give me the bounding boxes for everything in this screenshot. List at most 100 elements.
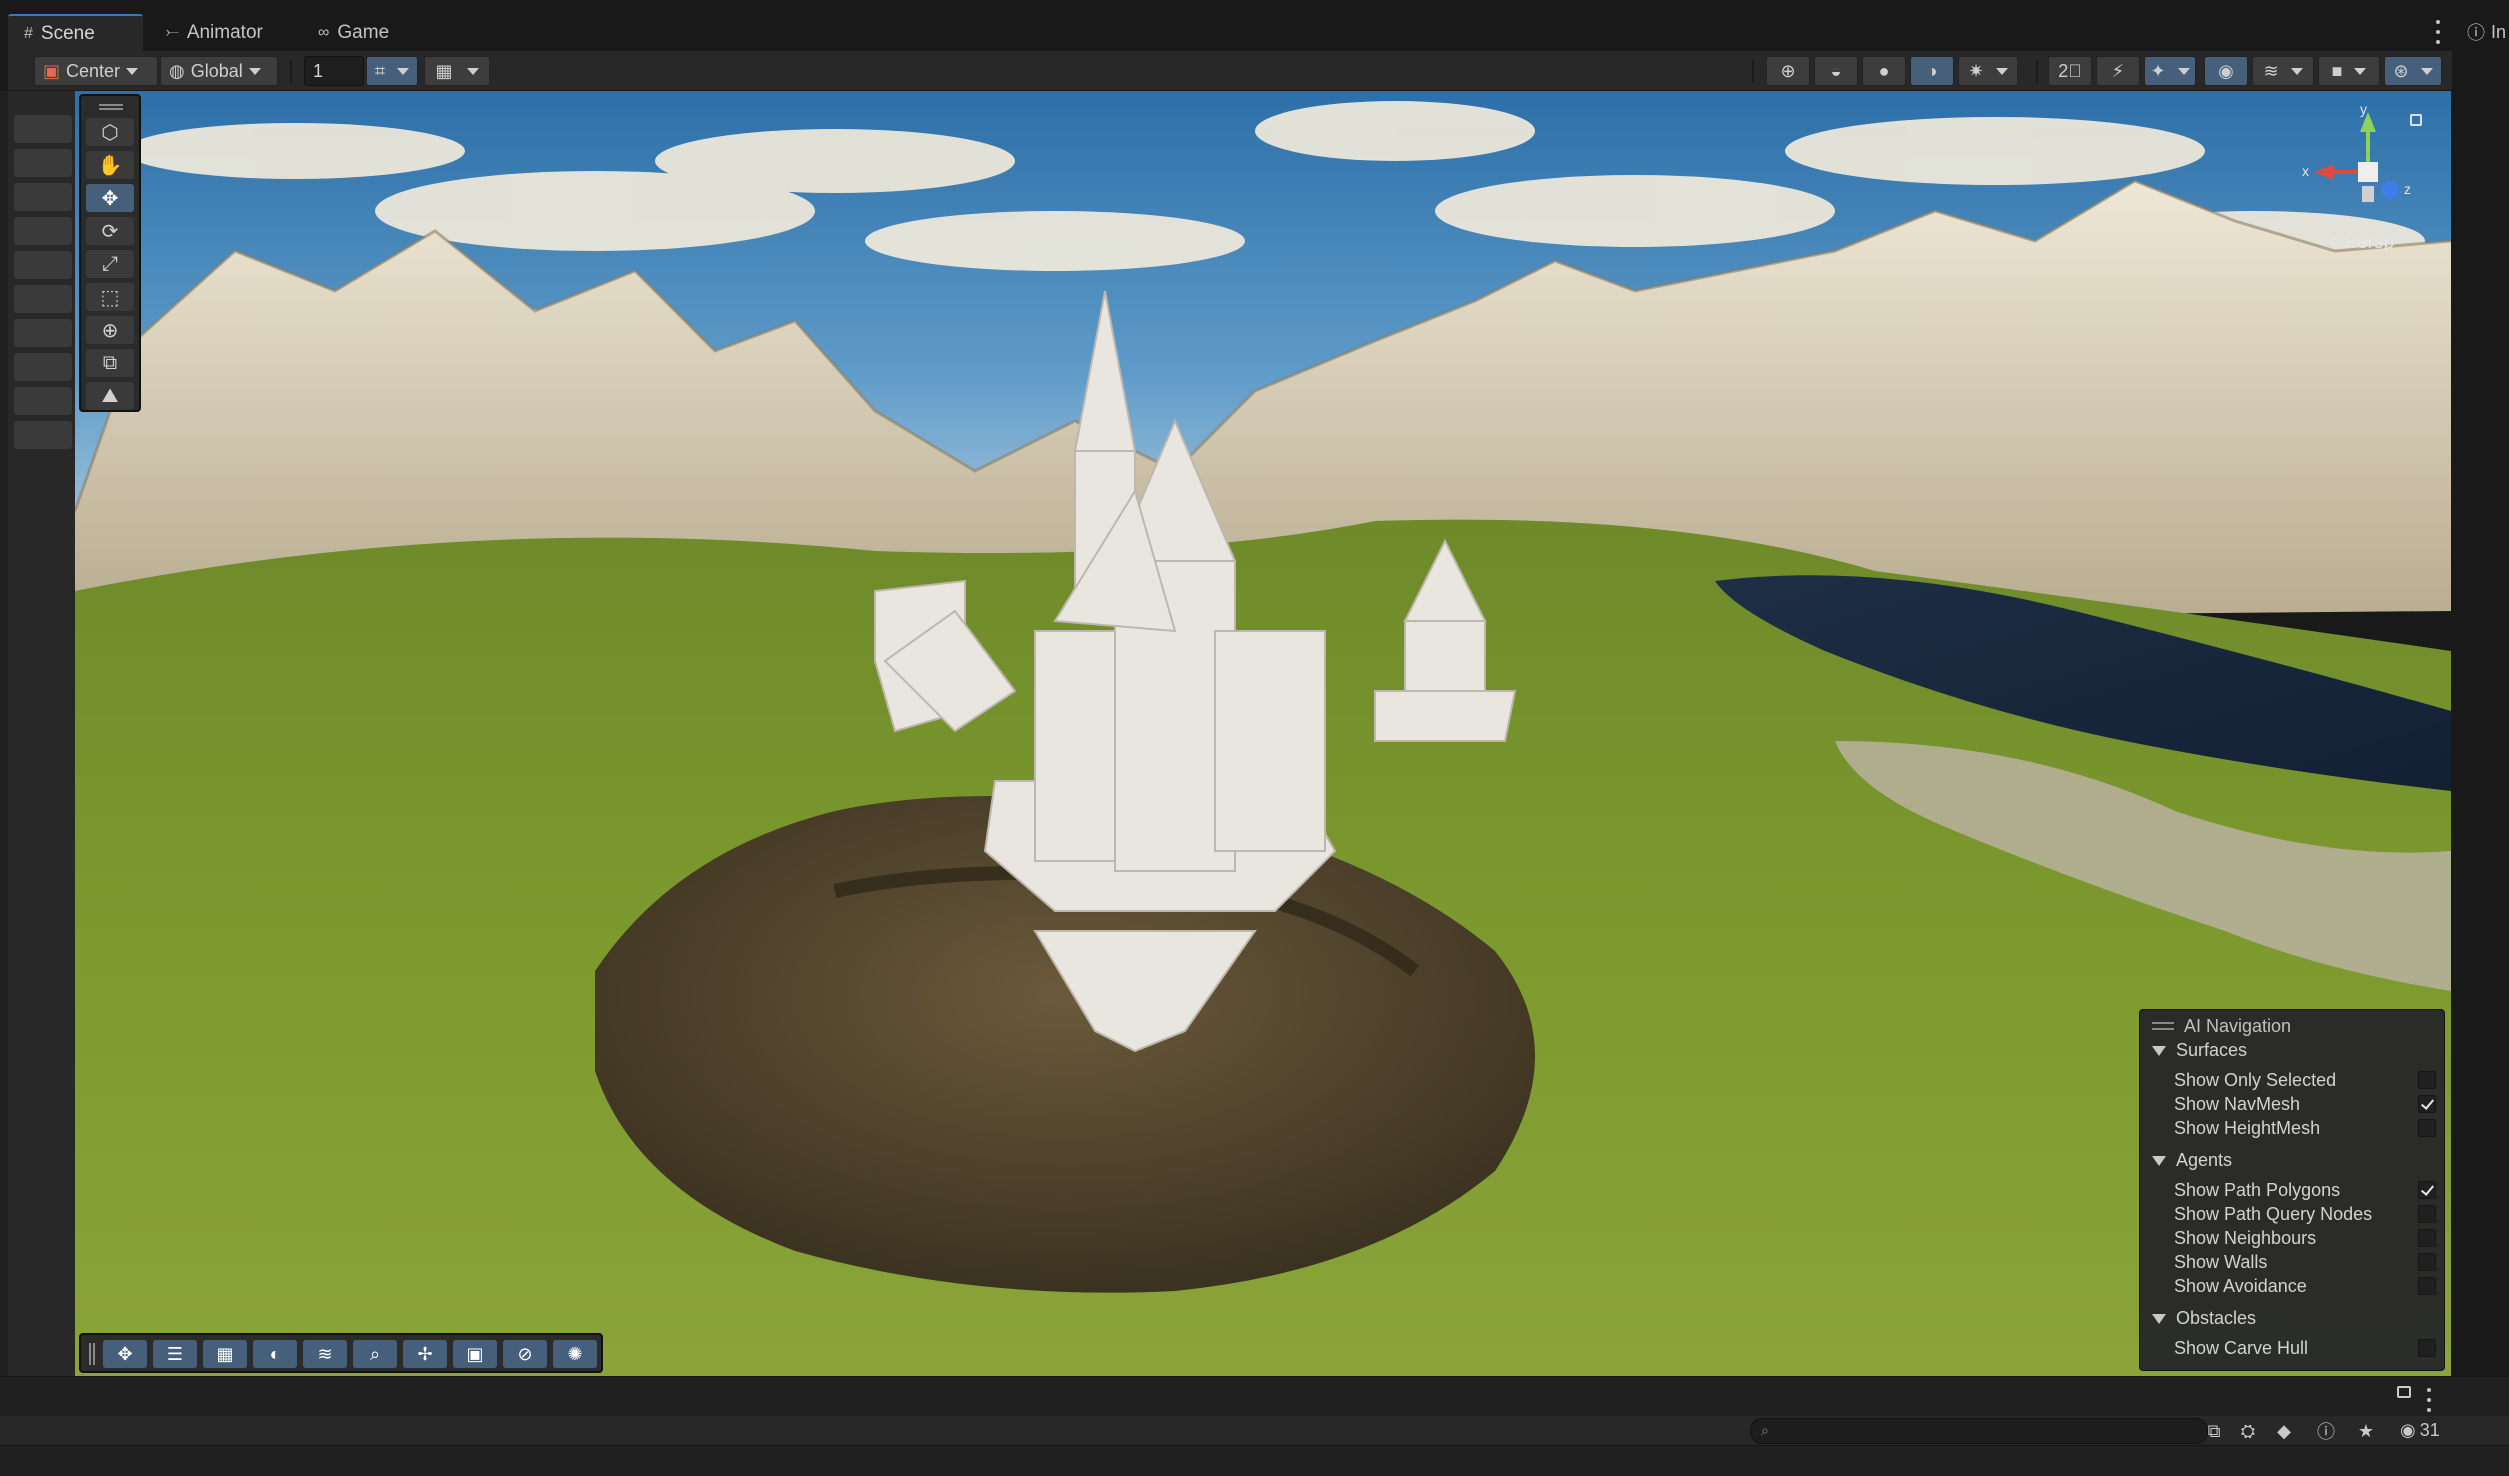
info-button[interactable]: ⓘ bbox=[2312, 1418, 2340, 1444]
gizmo-x-label: x bbox=[2302, 163, 2309, 179]
lighting-toggle-button[interactable]: ⚡ bbox=[2096, 56, 2140, 86]
gutter-slot bbox=[14, 251, 72, 279]
scene-render[interactable] bbox=[75, 91, 2451, 1376]
chevron-down-icon bbox=[466, 67, 479, 75]
tab-game[interactable]: ∞ Game bbox=[302, 14, 422, 51]
navmesh-tool-button[interactable]: ⛰ bbox=[86, 382, 134, 410]
overlay-align-button[interactable]: ☰ bbox=[153, 1340, 197, 1368]
option-show-carve-hull[interactable]: Show Carve Hull bbox=[2174, 1336, 2436, 1360]
option-label: Show NavMesh bbox=[2174, 1093, 2301, 1114]
option-show-path-polygons[interactable]: Show Path Polygons bbox=[2174, 1178, 2436, 1202]
show-neighbours-checkbox[interactable] bbox=[2418, 1229, 2436, 1247]
projection-toggle[interactable]: < Persp bbox=[2328, 232, 2394, 254]
grid-icon: ▦ bbox=[216, 1343, 234, 1364]
camera-icon: ■ bbox=[2331, 60, 2343, 81]
custom-tool-button[interactable]: ⧉ bbox=[86, 349, 134, 377]
show-avoidance-checkbox[interactable] bbox=[2418, 1277, 2436, 1295]
overlay-search-button[interactable]: ⌕ bbox=[353, 1340, 397, 1368]
effects-icon: ✦ bbox=[2150, 60, 2166, 81]
option-label: Show Path Polygons bbox=[2174, 1179, 2341, 1200]
tab-inspector[interactable]: ⓘ In bbox=[2457, 20, 2509, 44]
draw-mode-shaded-wireframe-button[interactable]: ◒ bbox=[1814, 56, 1858, 86]
pivot-icon: ▣ bbox=[43, 60, 61, 81]
pivot-mode-dropdown[interactable]: ▣ Center bbox=[34, 56, 158, 86]
overlay-grid-button[interactable]: ▦ bbox=[203, 1340, 247, 1368]
scene-visibility-toggle[interactable]: ◉ bbox=[2204, 56, 2248, 86]
option-show-neighbours[interactable]: Show Neighbours bbox=[2174, 1226, 2436, 1250]
hidden-count-toggle[interactable]: ◉ 31 bbox=[2400, 1420, 2440, 1441]
show-path-query-nodes-checkbox[interactable] bbox=[2418, 1205, 2436, 1223]
show-walls-checkbox[interactable] bbox=[2418, 1253, 2436, 1271]
overlay-pivot-button[interactable]: ✢ bbox=[403, 1340, 447, 1368]
option-show-walls[interactable]: Show Walls bbox=[2174, 1250, 2436, 1274]
tab-menu-icon[interactable] bbox=[2435, 20, 2441, 44]
transform-tool-button[interactable]: ⊕ bbox=[86, 316, 134, 344]
panel-title: AI Navigation bbox=[2184, 1015, 2292, 1036]
drag-handle[interactable] bbox=[99, 104, 123, 110]
layers-dropdown[interactable]: ≋ bbox=[2252, 56, 2314, 86]
option-show-heightmesh[interactable]: Show HeightMesh bbox=[2174, 1116, 2436, 1140]
view-tool-button[interactable]: ⬡ bbox=[86, 118, 134, 146]
show-only-selected-checkbox[interactable] bbox=[2418, 1071, 2436, 1089]
expand-triangle-icon bbox=[2152, 1155, 2166, 1166]
panel-menu-icon[interactable] bbox=[2426, 1388, 2432, 1412]
overlay-shading-button[interactable]: ◐ bbox=[253, 1340, 297, 1368]
overlay-effects-button[interactable]: ✺ bbox=[553, 1340, 597, 1368]
option-show-avoidance[interactable]: Show Avoidance bbox=[2174, 1274, 2436, 1298]
gutter-slot bbox=[14, 217, 72, 245]
hand-tool-button[interactable]: ✋ bbox=[86, 151, 134, 179]
tab-animator[interactable]: ⤚ Animator bbox=[150, 14, 290, 51]
overlay-move-button[interactable]: ✥ bbox=[103, 1340, 147, 1368]
draw-mode-wireframe-button[interactable]: ⊕ bbox=[1766, 56, 1810, 86]
space-mode-dropdown[interactable]: ◍ Global bbox=[160, 56, 278, 86]
section-obstacles[interactable]: Obstacles bbox=[2152, 1308, 2256, 1329]
gizmos-dropdown[interactable]: ⊛ bbox=[2384, 56, 2442, 86]
transform-icon: ⊕ bbox=[101, 319, 119, 342]
grid-snap-icon: ⌗ bbox=[374, 60, 386, 81]
show-navmesh-checkbox[interactable] bbox=[2418, 1095, 2436, 1113]
grid-snap-toggle[interactable]: ⌗ bbox=[366, 56, 418, 86]
show-carve-hull-checkbox[interactable] bbox=[2418, 1339, 2436, 1357]
tab-scene[interactable]: # Scene bbox=[8, 14, 143, 51]
show-path-polygons-checkbox[interactable] bbox=[2418, 1181, 2436, 1199]
camera-settings-dropdown[interactable]: ■ bbox=[2318, 56, 2380, 86]
rotate-tool-button[interactable]: ⟳ bbox=[86, 217, 134, 245]
show-heightmesh-checkbox[interactable] bbox=[2418, 1119, 2436, 1137]
move-tool-button[interactable]: ✥ bbox=[86, 184, 134, 212]
search-by-label-button[interactable]: ⛭ bbox=[2234, 1418, 2262, 1444]
tag-filter-button[interactable]: ◆ bbox=[2270, 1418, 2298, 1444]
search-by-type-button[interactable]: ⧉ bbox=[2200, 1418, 2228, 1444]
option-show-path-query-nodes[interactable]: Show Path Query Nodes bbox=[2174, 1202, 2436, 1226]
audio-effects-dropdown[interactable]: ✦ bbox=[2144, 56, 2196, 86]
2d-toggle-button[interactable]: 2⃠ bbox=[2048, 56, 2092, 86]
draw-mode-lit-button[interactable]: ◑ bbox=[1910, 56, 1954, 86]
lock-icon[interactable] bbox=[2397, 1386, 2411, 1398]
option-label: Show Avoidance bbox=[2174, 1275, 2307, 1296]
search-input[interactable]: ⌕ bbox=[1750, 1418, 2208, 1444]
custom-tool-icon: ⧉ bbox=[102, 351, 118, 374]
section-surfaces[interactable]: Surfaces bbox=[2152, 1040, 2247, 1061]
ai-navigation-header[interactable]: AI Navigation bbox=[2152, 1014, 2291, 1038]
space-mode-label: Global bbox=[190, 60, 243, 81]
overlay-layers-button[interactable]: ≋ bbox=[303, 1340, 347, 1368]
scale-tool-button[interactable]: ⤢ bbox=[86, 250, 134, 278]
increment-snap-toggle[interactable]: ▦ bbox=[424, 56, 490, 86]
lock-icon[interactable] bbox=[2410, 114, 2422, 126]
favorites-button[interactable]: ★ bbox=[2352, 1418, 2380, 1444]
move-arrows-icon: ✥ bbox=[117, 1343, 133, 1364]
orientation-gizmo[interactable]: y x z bbox=[2300, 102, 2420, 212]
rect-tool-button[interactable]: ⬚ bbox=[86, 283, 134, 311]
snap-increment-field[interactable]: 1 bbox=[304, 56, 364, 86]
drag-handle[interactable] bbox=[89, 1343, 95, 1365]
overlay-camera-button[interactable]: ▣ bbox=[453, 1340, 497, 1368]
bug-icon: ✷ bbox=[1968, 60, 1984, 81]
bottom-panel-header bbox=[0, 1376, 2509, 1416]
scene-viewport[interactable] bbox=[75, 91, 2451, 1376]
overlay-compass-button[interactable]: ⊘ bbox=[503, 1340, 547, 1368]
option-show-only-selected[interactable]: Show Only Selected bbox=[2174, 1068, 2436, 1092]
section-agents[interactable]: Agents bbox=[2152, 1150, 2232, 1171]
option-show-navmesh[interactable]: Show NavMesh bbox=[2174, 1092, 2436, 1116]
draw-mode-shaded-button[interactable]: ● bbox=[1862, 56, 1906, 86]
gutter-slot bbox=[14, 285, 72, 313]
debug-draw-dropdown[interactable]: ✷ bbox=[1958, 56, 2018, 86]
